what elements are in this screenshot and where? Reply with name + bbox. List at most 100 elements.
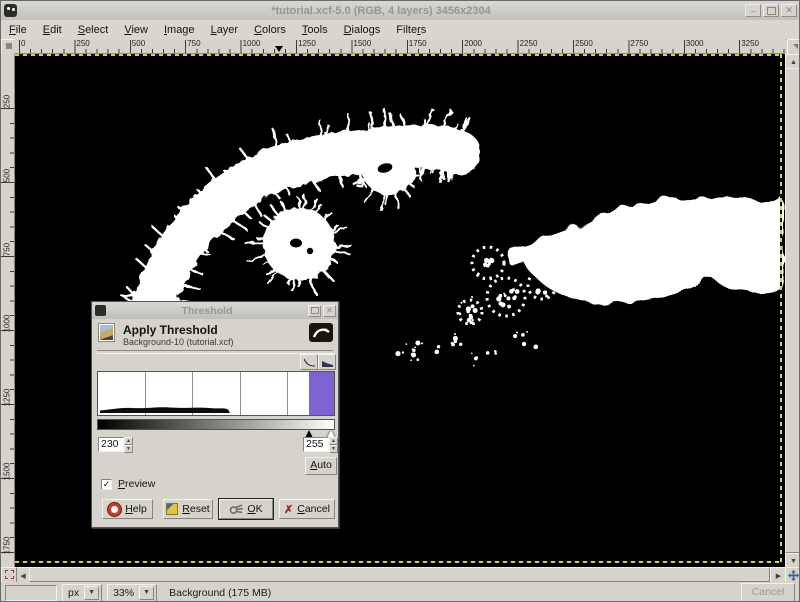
close-button[interactable]: ✕ <box>781 4 797 17</box>
status-message: Background (175 MB) <box>169 587 741 599</box>
hruler-label: 2500 <box>573 39 593 48</box>
vertical-ruler[interactable]: 2505007501000125015001750 <box>1 54 15 567</box>
gimp-image-window: *tutorial.xcf-5.0 (RGB, 4 layers) 3456x2… <box>0 0 800 602</box>
unit-value: px <box>63 587 84 599</box>
preview-checkbox[interactable]: ✓ <box>101 479 112 490</box>
low-threshold-value[interactable]: 230 <box>98 437 124 452</box>
vruler-label: 1250 <box>3 383 12 413</box>
histogram-curve <box>98 372 332 413</box>
layer-boundary-bottom <box>15 561 782 563</box>
dialog-subheading: Background-10 (tutorial.xcf) <box>123 337 234 347</box>
threshold-dialog: Threshold ✕ Apply Threshold Background-1… <box>91 301 339 528</box>
window-titlebar[interactable]: *tutorial.xcf-5.0 (RGB, 4 layers) 3456x2… <box>1 1 799 20</box>
low-spin-up-icon[interactable]: ▲ <box>124 437 133 445</box>
reset-button[interactable]: Reset <box>163 499 213 519</box>
cancel-button[interactable]: ✗ Cancel <box>279 499 335 519</box>
help-button[interactable]: Help <box>102 499 153 519</box>
hruler-label: 1500 <box>351 39 371 48</box>
menu-dialogs[interactable]: Dialogs <box>336 21 389 39</box>
dialog-close-button[interactable]: ✕ <box>323 305 336 317</box>
maximize-button[interactable] <box>763 4 779 17</box>
dialog-maximize-icon <box>311 307 319 314</box>
zoom-value: 33% <box>108 587 139 599</box>
hruler-label: 2000 <box>462 39 482 48</box>
reset-icon <box>166 503 178 515</box>
vruler-label: 750 <box>3 235 12 265</box>
horizontal-scroll-thumb[interactable] <box>29 567 770 582</box>
high-spin-down-icon[interactable]: ▼ <box>329 445 338 453</box>
wilber-logo <box>309 323 333 342</box>
layer-boundary-top <box>15 54 782 56</box>
menu-tools[interactable]: Tools <box>294 21 336 39</box>
dialog-heading: Apply Threshold <box>123 323 218 337</box>
window-title: *tutorial.xcf-5.0 (RGB, 4 layers) 3456x2… <box>17 5 745 17</box>
high-spin-up-icon[interactable]: ▲ <box>329 437 338 445</box>
preview-label: Preview <box>118 478 155 490</box>
hruler-label: 1250 <box>296 39 316 48</box>
ok-button[interactable]: OK <box>219 499 273 519</box>
progress-cancel-button: Cancel <box>741 583 795 602</box>
intensity-gradient-bar <box>97 419 335 430</box>
log-histogram-icon <box>322 358 333 367</box>
status-bar: px ▼ 33% ▼ Background (175 MB) Cancel <box>1 582 799 602</box>
menu-bar: FileEditSelectViewImageLayerColorsToolsD… <box>1 20 799 40</box>
header-separator <box>97 350 333 354</box>
hruler-label: 250 <box>74 39 89 48</box>
histogram-linear-button[interactable] <box>300 354 318 370</box>
vruler-label: 1000 <box>3 309 12 339</box>
navigation-cross-icon <box>788 570 799 581</box>
hruler-label: 2250 <box>518 39 538 48</box>
vertical-scroll-thumb[interactable] <box>785 68 800 553</box>
dialog-icon <box>95 305 106 316</box>
menu-image[interactable]: Image <box>156 21 203 39</box>
unit-select[interactable]: px ▼ <box>62 584 102 602</box>
layer-boundary-right <box>780 54 782 563</box>
histogram-log-button[interactable] <box>318 354 336 370</box>
dialog-titlebar[interactable]: Threshold ✕ <box>92 302 338 319</box>
cursor-position-field <box>5 585 57 601</box>
vruler-label: 250 <box>3 87 12 117</box>
ruler-origin-icon <box>6 43 12 49</box>
unit-dropdown-icon[interactable]: ▼ <box>84 586 99 600</box>
quickmask-icon <box>5 570 14 579</box>
pointer-position-marker <box>275 46 283 52</box>
menu-file[interactable]: File <box>1 21 35 39</box>
zoom-dropdown-icon[interactable]: ▼ <box>139 586 154 600</box>
high-threshold-value[interactable]: 255 <box>303 437 329 452</box>
threshold-histogram[interactable] <box>97 371 335 416</box>
ok-hand-icon <box>229 503 243 515</box>
hruler-label: 3000 <box>684 39 704 48</box>
vruler-label: 500 <box>3 161 12 191</box>
hruler-label: 0 <box>19 39 25 48</box>
vruler-label: 1500 <box>3 457 12 487</box>
auto-button[interactable]: Auto <box>305 457 337 475</box>
horizontal-ruler[interactable]: 0250500750100012501500175020002250250027… <box>15 39 785 54</box>
menu-colors[interactable]: Colors <box>246 21 294 39</box>
menu-select[interactable]: Select <box>70 21 117 39</box>
hruler-label: 500 <box>130 39 145 48</box>
maximize-icon <box>767 7 776 15</box>
hruler-label: 1000 <box>241 39 261 48</box>
dialog-header: Apply Threshold Background-10 (tutorial.… <box>97 323 333 347</box>
dialog-title: Threshold <box>106 305 308 317</box>
preview-option[interactable]: ✓ Preview <box>101 478 155 490</box>
layer-thumbnail <box>98 323 115 342</box>
dialog-maximize-button[interactable] <box>308 305 321 317</box>
menu-layer[interactable]: Layer <box>203 21 247 39</box>
minimize-button[interactable]: – <box>745 4 761 17</box>
low-spin-down-icon[interactable]: ▼ <box>124 445 133 453</box>
zoom-select[interactable]: 33% ▼ <box>107 584 157 602</box>
linear-histogram-icon <box>304 358 315 367</box>
cancel-x-icon: ✗ <box>284 503 293 516</box>
vertical-scrollbar[interactable]: ▲ ▼ <box>785 54 800 567</box>
hruler-label: 1750 <box>407 39 427 48</box>
hruler-label: 750 <box>185 39 200 48</box>
ruler-end-icon <box>793 44 798 49</box>
gimp-wilber-icon <box>4 4 17 17</box>
low-threshold-spinbox[interactable]: 230 ▲▼ <box>98 437 133 452</box>
menu-view[interactable]: View <box>116 21 156 39</box>
horizontal-scrollbar[interactable]: ◀ ▶ <box>15 567 785 582</box>
high-threshold-spinbox[interactable]: 255 ▲▼ <box>303 437 338 452</box>
menu-filters[interactable]: Filters <box>388 21 434 39</box>
menu-edit[interactable]: Edit <box>35 21 70 39</box>
